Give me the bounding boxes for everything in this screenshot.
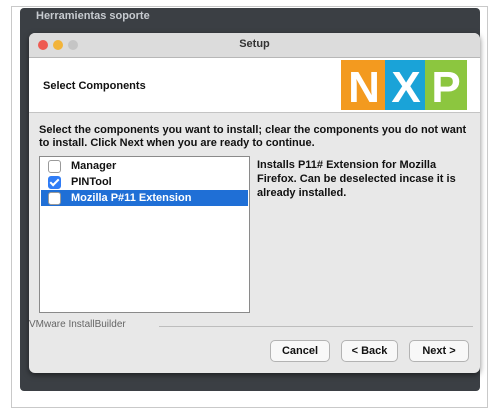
component-label: Mozilla P#11 Extension — [71, 192, 192, 204]
components-list[interactable]: Manager PINTool Mozilla P#11 Extension — [39, 156, 250, 313]
setup-window: Setup Select Components N X P Select the… — [29, 33, 480, 373]
logo-letter-p: P — [431, 63, 460, 110]
list-item[interactable]: PINTool — [41, 174, 248, 190]
wizard-header: Select Components N X P — [29, 58, 480, 113]
component-checkbox-mozilla-extension[interactable] — [48, 192, 61, 205]
component-description: Installs P11# Extension for Mozilla Fire… — [257, 159, 456, 199]
back-button[interactable]: < Back — [341, 340, 398, 362]
instructions-text: Select the components you want to instal… — [39, 124, 467, 149]
component-label: PINTool — [71, 176, 112, 188]
list-item[interactable]: Mozilla P#11 Extension — [41, 190, 248, 206]
next-button[interactable]: Next > — [409, 340, 469, 362]
component-label: Manager — [71, 160, 117, 172]
footer-divider — [159, 326, 473, 327]
logo-letter-x: X — [391, 63, 420, 110]
component-checkbox-pintool[interactable] — [48, 176, 61, 189]
cancel-button[interactable]: Cancel — [270, 340, 330, 362]
nxp-logo: N X P — [341, 60, 467, 110]
page-title: Select Components — [43, 80, 146, 92]
desktop-window-title: Herramientas soporte — [36, 10, 150, 22]
component-checkbox-manager[interactable] — [48, 160, 61, 173]
title-bar[interactable]: Setup — [29, 33, 480, 58]
window-title: Setup — [239, 38, 270, 50]
list-item[interactable]: Manager — [41, 158, 248, 174]
logo-letter-n: N — [348, 63, 380, 110]
installbuilder-label: VMware InstallBuilder — [29, 319, 126, 330]
